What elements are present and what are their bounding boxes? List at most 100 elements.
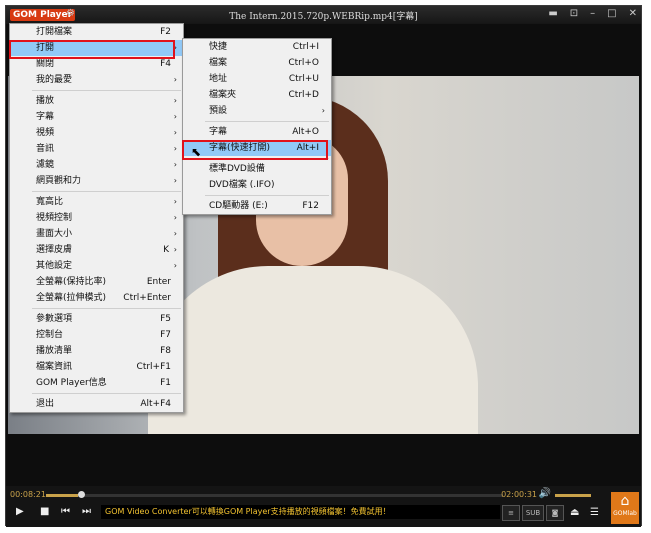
stop-icon[interactable]: ■ <box>40 506 49 517</box>
menu-item-label: 播放 <box>36 96 55 106</box>
submenu-item[interactable]: 快捷 Ctrl+I <box>183 39 331 55</box>
menu-item[interactable]: 播放清單 F8 <box>10 343 183 359</box>
menu-item-label: GOM Player信息 <box>36 378 107 388</box>
minimize-bar-icon[interactable]: ▬ <box>548 8 557 19</box>
chevron-right-icon: › <box>321 106 325 115</box>
menu-item-shortcut: K <box>163 245 169 255</box>
submenu-item[interactable]: 字幕 Alt+O <box>183 124 331 140</box>
menu-item[interactable]: 視頻 › <box>10 125 183 141</box>
menu-item-label: 其他設定 <box>36 261 73 271</box>
menu-item-shortcut: F7 <box>160 330 171 340</box>
open-submenu: 快捷 Ctrl+I 檔案 Ctrl+O 地址 Ctrl+U 檔案夾 Ctrl+D 預設 › 字幕 Al… <box>182 38 332 215</box>
menu-item[interactable]: 全螢幕(保持比率) Enter <box>10 274 183 290</box>
menu-item[interactable]: 參數選項 F5 <box>10 311 183 327</box>
menu-item[interactable]: 其他設定 › <box>10 258 183 274</box>
menu-item[interactable]: 全螢幕(拉伸模式) Ctrl+Enter <box>10 290 183 306</box>
window-buttons: ▬ ⊡ – □ ✕ <box>548 8 637 19</box>
menu-item[interactable]: 寬高比 › <box>10 194 183 210</box>
chevron-right-icon: › <box>173 261 177 270</box>
menu-item-label: 網頁觀和力 <box>36 176 82 186</box>
menu-item-shortcut: F2 <box>160 27 171 37</box>
menu-item[interactable]: 打開檔案 F2 <box>10 24 183 40</box>
chevron-right-icon: › <box>173 197 177 206</box>
close-icon[interactable]: ✕ <box>629 8 637 19</box>
menu-item-label: 打開檔案 <box>36 27 73 37</box>
menu-separator <box>32 393 181 394</box>
menu-item-label: 字幕 <box>36 112 55 122</box>
menu-item-shortcut: Enter <box>146 277 171 287</box>
menu-item-label: 音訊 <box>36 144 55 154</box>
menu-item[interactable]: 我的最愛 › <box>10 72 183 88</box>
menu-item-label: 視頻 <box>36 128 55 138</box>
submenu-item[interactable]: CD驅動器 (E:) F12 <box>183 198 331 214</box>
previous-icon[interactable]: ⏮ <box>61 506 70 517</box>
menu-item-label: 濾鏡 <box>36 160 55 170</box>
menu-separator <box>205 195 329 196</box>
submenu-item-shortcut: F12 <box>302 201 319 211</box>
chevron-right-icon: › <box>173 213 177 222</box>
menu-item[interactable]: 濾鏡 › <box>10 157 183 173</box>
control-bar: 00:08:21 02:00:31 🔊 ▶ ■ ⏮ ⏭ GOM Video Co… <box>6 486 641 527</box>
menu-item-shortcut: F5 <box>160 314 171 324</box>
menu-item[interactable]: 音訊 › <box>10 141 183 157</box>
home-icon: ⌂ <box>620 493 630 509</box>
chevron-right-icon: › <box>173 176 177 185</box>
submenu-item[interactable]: 檔案夾 Ctrl+D <box>183 87 331 103</box>
menu-item-label: 關閉 <box>36 59 55 69</box>
menu-item[interactable]: 控制台 F7 <box>10 327 183 343</box>
menu-item-label: 全螢幕(保持比率) <box>36 277 107 287</box>
menu-item[interactable]: 視頻控制 › <box>10 210 183 226</box>
minimize-icon[interactable]: – <box>590 8 595 19</box>
camera-icon[interactable]: ◙ <box>546 505 564 521</box>
menu-separator <box>32 191 181 192</box>
menu-separator <box>205 121 329 122</box>
volume-icon[interactable]: 🔊 <box>539 488 551 499</box>
menu-item[interactable]: 選擇皮膚 K › <box>10 242 183 258</box>
menu-item[interactable]: 畫面大小 › <box>10 226 183 242</box>
mini-mode-icon[interactable]: ⊡ <box>570 8 578 19</box>
submenu-item-label: 檔案 <box>209 58 228 68</box>
submenu-item-shortcut: Ctrl+O <box>288 58 319 68</box>
chevron-right-icon: › <box>173 245 177 254</box>
submenu-item[interactable]: 檔案 Ctrl+O <box>183 55 331 71</box>
menu-item-label: 選擇皮膚 <box>36 245 73 255</box>
total-time: 02:00:31 <box>501 490 537 499</box>
menu-separator <box>32 90 181 91</box>
submenu-item-label: 檔案夾 <box>209 90 237 100</box>
seek-bar[interactable] <box>46 491 503 498</box>
ad-marquee[interactable]: GOM Video Converter可以轉換GOM Player支持播放的視頻… <box>101 505 500 519</box>
menu-item[interactable]: GOM Player信息 F1 <box>10 375 183 391</box>
next-icon[interactable]: ⏭ <box>82 506 91 517</box>
menu-item-label: 播放清單 <box>36 346 73 356</box>
subtitle-button[interactable]: SUB <box>522 505 544 521</box>
submenu-item-label: CD驅動器 (E:) <box>209 201 268 211</box>
submenu-item-label: 地址 <box>209 74 228 84</box>
gomlab-button[interactable]: ⌂ GOMlab <box>611 492 639 524</box>
submenu-item-label: DVD檔案 (.IFO) <box>209 180 275 190</box>
chevron-right-icon: › <box>173 128 177 137</box>
submenu-item[interactable]: DVD檔案 (.IFO) <box>183 177 331 193</box>
current-time: 00:08:21 <box>10 490 46 499</box>
menu-item[interactable]: 播放 › <box>10 93 183 109</box>
menu-item[interactable]: 退出 Alt+F4 <box>10 396 183 412</box>
menu-item-label: 全螢幕(拉伸模式) <box>36 293 107 303</box>
menu-icon[interactable]: ☰ <box>590 507 599 518</box>
menu-separator <box>32 308 181 309</box>
equalizer-icon[interactable]: ≡ <box>502 505 520 521</box>
chevron-right-icon: › <box>173 144 177 153</box>
menu-item-shortcut: Ctrl+F1 <box>136 362 171 372</box>
submenu-item[interactable]: 標準DVD設備 <box>183 161 331 177</box>
menu-item[interactable]: 網頁觀和力 › <box>10 173 183 189</box>
submenu-item[interactable]: 預設 › <box>183 103 331 119</box>
volume-slider[interactable] <box>555 494 591 497</box>
play-icon[interactable]: ▶ <box>16 506 24 517</box>
submenu-item[interactable]: 地址 Ctrl+U <box>183 71 331 87</box>
submenu-item-shortcut: Ctrl+D <box>288 90 320 100</box>
eject-icon[interactable]: ⏏ <box>570 507 579 518</box>
maximize-icon[interactable]: □ <box>607 8 616 19</box>
menu-item-label: 檔案資訊 <box>36 362 73 372</box>
menu-item-shortcut: Ctrl+Enter <box>123 293 171 303</box>
seek-knob[interactable] <box>77 491 85 498</box>
menu-item[interactable]: 字幕 › <box>10 109 183 125</box>
menu-item[interactable]: 檔案資訊 Ctrl+F1 <box>10 359 183 375</box>
